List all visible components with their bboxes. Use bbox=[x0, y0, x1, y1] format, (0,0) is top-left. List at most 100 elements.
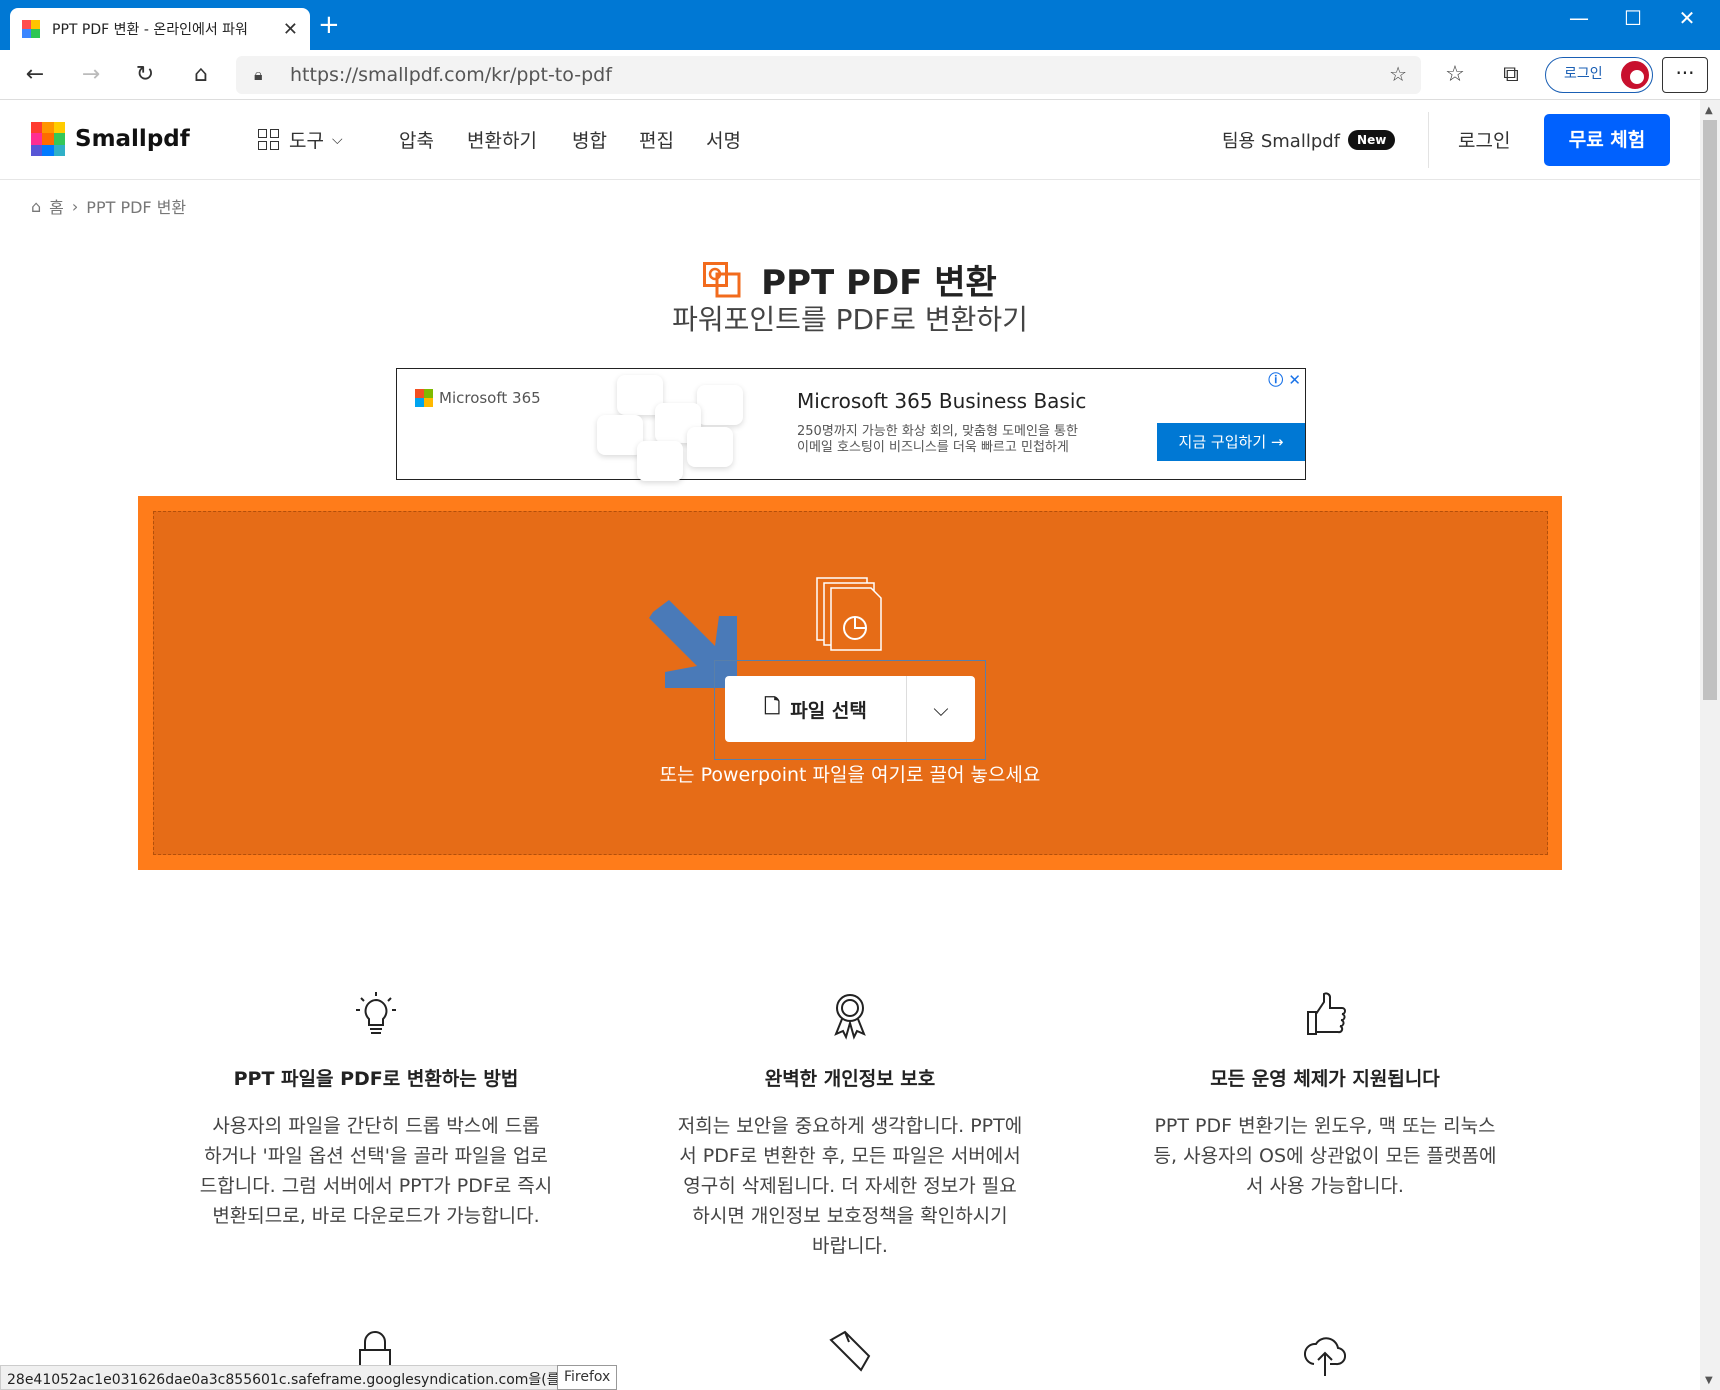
profile-login-button[interactable]: 로그인 bbox=[1545, 57, 1653, 93]
chevron-down-icon[interactable]: ⌵ bbox=[907, 697, 975, 721]
feature-title: 모든 운영 체제가 지원됩니다 bbox=[1210, 1068, 1440, 1090]
feature-line: 하시면 개인정보 보호정책을 확인하시기 bbox=[692, 1205, 1008, 1227]
advertisement[interactable]: Microsoft 365 Microsoft 365 Business Bas… bbox=[396, 368, 1306, 481]
reload-icon[interactable]: ↻ bbox=[130, 62, 160, 90]
ad-title: Microsoft 365 Business Basic bbox=[797, 389, 1087, 413]
tab-close-icon[interactable]: ✕ bbox=[283, 19, 298, 40]
page-subtitle: 파워포인트를 PDF로 변환하기 bbox=[672, 303, 1028, 336]
feature-how-to: PPT 파일을 PDF로 변환하는 방법 사용자의 파일을 간단히 드롭 박스에… bbox=[186, 990, 566, 1231]
breadcrumb: ⌂ 홈 › PPT PDF 변환 bbox=[31, 194, 194, 218]
nav-edit[interactable]: 편집 bbox=[639, 126, 674, 153]
onedrive-icon bbox=[687, 427, 733, 467]
nav-convert[interactable]: 변환하기 bbox=[467, 126, 537, 153]
feature-line: 하거나 '파일 옵션 선택'을 골라 파일을 업로 bbox=[204, 1145, 548, 1167]
profile-avatar bbox=[1621, 61, 1649, 89]
team-link[interactable]: 팀용 Smallpdf New bbox=[1222, 127, 1396, 153]
page-title: PPT PDF 변환 bbox=[761, 263, 997, 303]
presentation-file-icon bbox=[816, 577, 882, 651]
choose-file-label: 파일 선택 bbox=[790, 699, 867, 722]
feature-line: PPT PDF 변환기는 윈도우, 맥 또는 리눅스 bbox=[1154, 1115, 1496, 1137]
tab-title: PPT PDF 변환 - 온라인에서 파워 bbox=[52, 22, 248, 38]
ad-info-close-icon[interactable]: ⓘ ✕ bbox=[1268, 369, 1301, 390]
minimize-icon[interactable]: — bbox=[1556, 6, 1602, 30]
nav-merge[interactable]: 병합 bbox=[572, 126, 607, 153]
nav-compress[interactable]: 압축 bbox=[399, 126, 434, 153]
award-icon bbox=[834, 994, 866, 1040]
file-add-icon: 🗋︎ bbox=[764, 694, 781, 718]
feature-text: 저희는 보안을 중요하게 생각합니다. PPT에 서 PDF로 변환한 후, 모… bbox=[660, 1111, 1040, 1261]
free-trial-button[interactable]: 무료 체험 bbox=[1544, 114, 1670, 166]
feature-line: 서 사용 가능합니다. bbox=[1246, 1175, 1404, 1197]
ad-desc-line: 250명까지 가능한 화상 회의, 맞춤형 도메인을 통한 bbox=[797, 424, 1078, 439]
breadcrumb-current: PPT PDF 변환 bbox=[86, 198, 187, 217]
choose-file-button[interactable]: 🗋︎ 파일 선택 ⌵ bbox=[725, 676, 975, 742]
feature-os-support: 모든 운영 체제가 지원됩니다 PPT PDF 변환기는 윈도우, 맥 또는 리… bbox=[1135, 990, 1515, 1201]
window-close-icon[interactable]: ✕ bbox=[1664, 6, 1710, 30]
choose-file-main[interactable]: 🗋︎ 파일 선택 bbox=[725, 676, 907, 742]
chevron-down-icon: ⌵ bbox=[331, 131, 343, 148]
site-header: Smallpdf 도구 ⌵ 압축 변환하기 병합 편집 서명 팀용 Smallp… bbox=[0, 100, 1700, 180]
hero-title-row: PPT PDF 변환 bbox=[0, 255, 1700, 304]
feature-line: 변환되므로, 바로 다운로드가 가능합니다. bbox=[212, 1205, 540, 1227]
home-icon[interactable]: ⌂ bbox=[31, 197, 41, 216]
maximize-icon[interactable]: ☐ bbox=[1610, 6, 1656, 30]
feature-line: 영구히 삭제됩니다. 더 자세한 정보가 필요 bbox=[683, 1175, 1017, 1197]
forward-icon[interactable]: → bbox=[76, 62, 106, 90]
nav-sign[interactable]: 서명 bbox=[706, 126, 741, 153]
ppt-to-pdf-icon bbox=[703, 261, 741, 298]
lock-icon: 🔒︎ bbox=[254, 65, 263, 84]
scroll-thumb[interactable] bbox=[1703, 120, 1717, 700]
scroll-down-icon[interactable]: ▼ bbox=[1705, 1375, 1713, 1386]
profile-login-label: 로그인 bbox=[1564, 66, 1603, 82]
tools-menu[interactable]: 도구 ⌵ bbox=[258, 126, 343, 153]
collections-icon[interactable]: ⧉ bbox=[1496, 62, 1526, 90]
smallpdf-logo-icon bbox=[31, 122, 65, 156]
ad-buy-button[interactable]: 지금 구입하기 → bbox=[1157, 423, 1305, 461]
more-menu-icon[interactable]: ··· bbox=[1662, 57, 1708, 93]
feature-line: 바랍니다. bbox=[812, 1235, 888, 1257]
new-tab-icon[interactable]: + bbox=[318, 12, 340, 38]
ad-brand: Microsoft 365 bbox=[439, 389, 541, 407]
login-link[interactable]: 로그인 bbox=[1458, 126, 1510, 153]
logo-text: Smallpdf bbox=[75, 126, 190, 152]
feature-line: 서 PDF로 변환한 후, 모든 파일은 서버에서 bbox=[679, 1145, 1021, 1167]
tools-label: 도구 bbox=[289, 130, 324, 152]
feature-privacy: 완벽한 개인정보 보호 저희는 보안을 중요하게 생각합니다. PPT에 서 P… bbox=[660, 990, 1040, 1261]
feature-line: 등, 사용자의 OS에 상관없이 모든 플랫폼에 bbox=[1153, 1145, 1497, 1167]
browser-tab[interactable]: PPT PDF 변환 - 온라인에서 파워 ✕ bbox=[10, 8, 310, 50]
feature-line: 사용자의 파일을 간단히 드롭 박스에 드롭 bbox=[212, 1115, 540, 1137]
browser-toolbar: ← → ↻ ⌂ 🔒︎ https://smallpdf.com/kr/ppt-t… bbox=[0, 50, 1720, 100]
ad-description: 250명까지 가능한 화상 회의, 맞춤형 도메인을 통한 이메일 호스팅이 비… bbox=[797, 424, 1117, 456]
cloud-upload-icon bbox=[1304, 1337, 1347, 1376]
new-badge: New bbox=[1348, 130, 1396, 150]
page-scrollbar[interactable]: ▲ ▼ bbox=[1700, 100, 1720, 1390]
breadcrumb-separator: › bbox=[71, 196, 79, 216]
home-icon[interactable]: ⌂ bbox=[186, 62, 216, 90]
feature-title: PPT 파일을 PDF로 변환하는 방법 bbox=[233, 1068, 519, 1090]
feature-text: 사용자의 파일을 간단히 드롭 박스에 드롭 하거나 '파일 옵션 선택'을 골… bbox=[186, 1111, 566, 1231]
feature-text: PPT PDF 변환기는 윈도우, 맥 또는 리눅스 등, 사용자의 OS에 상… bbox=[1135, 1111, 1515, 1201]
browser-titlebar: PPT PDF 변환 - 온라인에서 파워 ✕ + — ☐ ✕ bbox=[0, 0, 1720, 50]
status-tooltip: Firefox bbox=[557, 1365, 618, 1390]
feature-title: 완벽한 개인정보 보호 bbox=[764, 1068, 936, 1090]
status-bar: 28e41052ac1e031626dae0a3c855601c.safefra… bbox=[0, 1365, 603, 1390]
address-bar[interactable]: 🔒︎ https://smallpdf.com/kr/ppt-to-pdf ☆ bbox=[236, 56, 1421, 94]
header-divider bbox=[1428, 112, 1429, 168]
feature-line: 저희는 보안을 중요하게 생각합니다. PPT에 bbox=[677, 1115, 1023, 1137]
tools-icon bbox=[829, 1330, 871, 1372]
smallpdf-logo[interactable]: Smallpdf bbox=[31, 122, 190, 156]
team-label: 팀용 Smallpdf bbox=[1222, 131, 1341, 152]
add-favorite-icon[interactable]: ☆ bbox=[1389, 62, 1407, 86]
microsoft-brand: Microsoft 365 bbox=[415, 389, 541, 407]
favorites-icon[interactable]: ☆ bbox=[1440, 62, 1470, 90]
sharepoint-icon bbox=[697, 385, 743, 425]
smallpdf-favicon bbox=[22, 20, 40, 38]
breadcrumb-home[interactable]: 홈 bbox=[49, 194, 64, 218]
back-icon[interactable]: ← bbox=[20, 62, 50, 90]
ad-desc-line: 이메일 호스팅이 비즈니스를 더욱 빠르고 민첩하게 bbox=[797, 440, 1069, 455]
sharepoint-icon bbox=[637, 441, 683, 481]
scroll-up-icon[interactable]: ▲ bbox=[1705, 105, 1713, 116]
url-text: https://smallpdf.com/kr/ppt-to-pdf bbox=[290, 64, 612, 86]
dropzone-hint: 또는 Powerpoint 파일을 여기로 끌어 놓으세요 bbox=[659, 764, 1041, 786]
thumbs-up-icon bbox=[1307, 992, 1346, 1035]
